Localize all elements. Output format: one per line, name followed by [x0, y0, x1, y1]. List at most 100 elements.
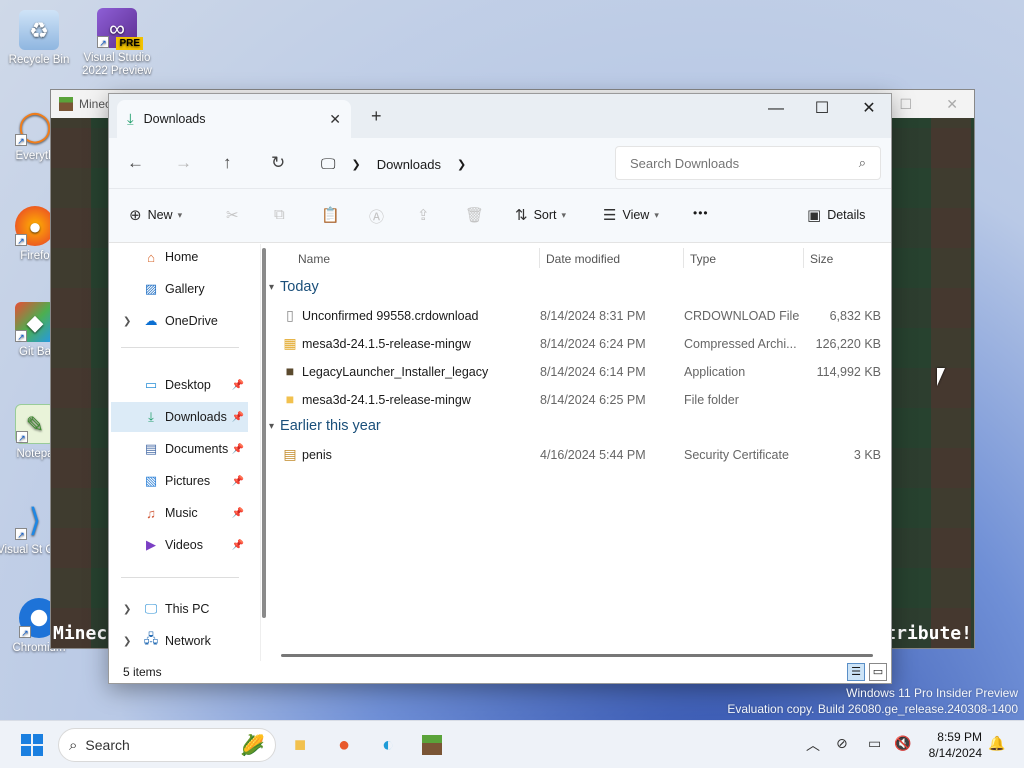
- details-view-icon[interactable]: ☰: [847, 663, 865, 681]
- group-header-today[interactable]: ▾ Today: [269, 279, 319, 295]
- desktop-icon-visual-studio[interactable]: ∞ PRE ↗ Visual Studio 2022 Preview: [78, 8, 156, 78]
- sidebar-item-network[interactable]: ❯ 🖧 Network: [111, 626, 248, 656]
- pin-icon[interactable]: 📌: [232, 380, 244, 391]
- column-header-size[interactable]: Size: [810, 252, 833, 266]
- column-header-name[interactable]: Name: [298, 252, 330, 266]
- search-icon: ⌕: [858, 155, 866, 170]
- search-input[interactable]: [630, 155, 830, 171]
- refresh-button[interactable]: ↻: [271, 153, 285, 173]
- share-icon[interactable]: ⇪: [417, 206, 430, 224]
- file-row[interactable]: ▤ penis 4/16/2024 5:44 PM Security Certi…: [279, 442, 881, 468]
- speaker-muted-icon[interactable]: 🔇: [894, 735, 911, 752]
- notification-bell-icon[interactable]: 🔔: [988, 735, 1005, 752]
- up-button[interactable]: ↑: [223, 153, 232, 173]
- minecraft-maximize-button[interactable]: ☐: [899, 96, 912, 113]
- back-button[interactable]: ←: [127, 153, 144, 173]
- sidebar-item-downloads[interactable]: ⤓ Downloads 📌: [111, 402, 248, 432]
- details-button[interactable]: ▣ Details: [807, 206, 865, 224]
- tab-bar: ⤓ Downloads ✕ + — ☐ ✕: [109, 94, 891, 138]
- gallery-icon: ▨: [144, 281, 158, 296]
- file-row[interactable]: ■ LegacyLauncher_Installer_legacy 8/14/2…: [279, 359, 881, 385]
- tiles-view-icon[interactable]: ▭: [869, 663, 887, 681]
- pin-icon[interactable]: 📌: [232, 444, 244, 455]
- evaluation-watermark: Windows 11 Pro Insider Preview Evaluatio…: [727, 686, 1018, 716]
- explorer-body: ⌂ Home ▨ Gallery ❯ ☁ OneDrive ▭ Desktop …: [109, 244, 891, 661]
- chevron-up-icon[interactable]: ︿: [806, 735, 820, 755]
- new-button[interactable]: ⊕ New ▾: [129, 206, 182, 224]
- tab-downloads[interactable]: ⤓ Downloads ✕: [117, 100, 351, 138]
- sidebar-item-pictures[interactable]: ▧ Pictures 📌: [111, 466, 248, 496]
- network-off-icon[interactable]: ⊘: [836, 735, 848, 752]
- plus-circle-icon: ⊕: [129, 207, 142, 224]
- cut-icon[interactable]: ✂: [226, 206, 239, 224]
- sidebar-item-music[interactable]: ♫ Music 📌: [111, 498, 248, 528]
- sidebar-item-gallery[interactable]: ▨ Gallery: [111, 274, 248, 304]
- chevron-down-icon: ▾: [561, 209, 567, 220]
- view-button[interactable]: ☰ View ▾: [603, 206, 659, 224]
- more-options-button[interactable]: •••: [693, 206, 709, 220]
- taskbar-edge[interactable]: ◐: [372, 729, 404, 761]
- videos-icon: ▶: [146, 537, 156, 552]
- corn-search-highlight-icon: 🌽: [240, 734, 265, 757]
- chevron-down-icon: ▾: [269, 420, 275, 432]
- column-header-date[interactable]: Date modified: [546, 252, 620, 266]
- minecraft-close-button[interactable]: ✕: [946, 96, 958, 113]
- maximize-button[interactable]: ☐: [799, 98, 845, 120]
- delete-icon[interactable]: 🗑: [465, 206, 484, 224]
- edge-icon: ◐: [381, 733, 395, 756]
- close-button[interactable]: ✕: [846, 98, 892, 120]
- minimize-button[interactable]: —: [753, 98, 799, 120]
- new-tab-button[interactable]: +: [371, 106, 382, 127]
- chevron-right-icon[interactable]: ❯: [123, 604, 131, 615]
- network-icon: 🖧: [143, 631, 159, 646]
- file-explorer-window[interactable]: ⤓ Downloads ✕ + — ☐ ✕ ← → ↑ ↻ 🖵 ❯ Downlo…: [108, 93, 892, 684]
- taskbar-minecraft[interactable]: [416, 729, 448, 761]
- sidebar-item-this-pc[interactable]: ❯ 🖵 This PC: [111, 594, 248, 624]
- breadcrumb-chevron-icon[interactable]: ❯: [457, 158, 466, 171]
- pin-icon[interactable]: 📌: [232, 476, 244, 487]
- sidebar-item-documents[interactable]: ▤ Documents 📌: [111, 434, 248, 464]
- column-divider[interactable]: [683, 248, 684, 268]
- pictures-icon: ▧: [144, 473, 158, 488]
- column-header-type[interactable]: Type: [690, 252, 716, 266]
- file-row[interactable]: ▦ mesa3d-24.1.5-release-mingw 8/14/2024 …: [279, 331, 881, 357]
- shortcut-arrow-icon: ↗: [16, 431, 28, 443]
- copy-icon[interactable]: ⧉: [274, 206, 285, 223]
- sidebar-item-videos[interactable]: ▶ Videos 📌: [111, 530, 248, 560]
- blank-file-icon: ▯: [286, 306, 294, 323]
- pin-icon[interactable]: 📌: [232, 508, 244, 519]
- forward-button[interactable]: →: [175, 153, 192, 173]
- column-divider[interactable]: [539, 248, 540, 268]
- horizontal-scrollbar[interactable]: [281, 654, 873, 657]
- pin-icon[interactable]: 📌: [232, 540, 244, 551]
- desktop-folder-icon: ▭: [144, 377, 158, 392]
- file-list[interactable]: Name Date modified Type Size ▾ Today ▯ U…: [261, 244, 891, 661]
- sort-button[interactable]: ⇅ Sort ▾: [515, 206, 566, 224]
- tab-close-icon[interactable]: ✕: [329, 111, 341, 128]
- sidebar-item-home[interactable]: ⌂ Home: [111, 242, 248, 272]
- desktop-icon-recycle-bin[interactable]: ♻ Recycle Bin: [0, 10, 78, 67]
- display-icon[interactable]: ▭: [868, 735, 881, 752]
- taskbar-firefox[interactable]: ●: [328, 729, 360, 761]
- chevron-right-icon[interactable]: ❯: [123, 316, 131, 327]
- pin-icon[interactable]: 📌: [232, 412, 244, 423]
- clock[interactable]: 8:59 PM 8/14/2024: [929, 729, 982, 761]
- navigation-pane[interactable]: ⌂ Home ▨ Gallery ❯ ☁ OneDrive ▭ Desktop …: [109, 242, 266, 661]
- breadcrumb-downloads[interactable]: Downloads: [377, 157, 441, 172]
- chevron-right-icon[interactable]: ❯: [123, 636, 131, 647]
- rename-icon[interactable]: Ⓐ: [369, 206, 384, 227]
- home-icon: ⌂: [147, 249, 155, 265]
- file-row[interactable]: ▯ Unconfirmed 99558.crdownload 8/14/2024…: [279, 303, 881, 329]
- column-divider[interactable]: [803, 248, 804, 268]
- sidebar-item-onedrive[interactable]: ❯ ☁ OneDrive: [111, 306, 248, 336]
- address-bar[interactable]: 🖵 ❯ Downloads ❯: [309, 148, 605, 180]
- paste-icon[interactable]: 📋: [321, 206, 340, 224]
- tab-label: Downloads: [143, 112, 206, 126]
- group-header-earlier[interactable]: ▾ Earlier this year: [269, 418, 381, 434]
- file-row[interactable]: ■ mesa3d-24.1.5-release-mingw 8/14/2024 …: [279, 387, 881, 413]
- taskbar-search[interactable]: ⌕ Search 🌽: [58, 728, 276, 762]
- taskbar-file-explorer[interactable]: ■: [284, 729, 316, 761]
- search-box[interactable]: ⌕: [615, 146, 881, 180]
- sidebar-item-desktop[interactable]: ▭ Desktop 📌: [111, 370, 248, 400]
- start-button[interactable]: [16, 729, 48, 761]
